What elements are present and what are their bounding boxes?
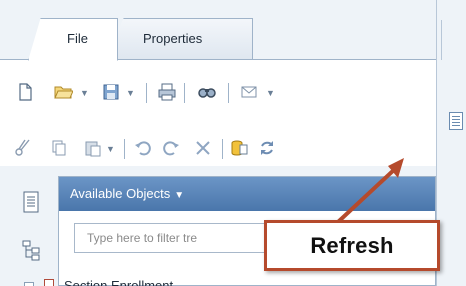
print-icon[interactable] xyxy=(156,80,178,104)
callout-arrow xyxy=(336,158,404,224)
save-dropdown-icon[interactable]: ▼ xyxy=(126,89,135,98)
toolbar-separator xyxy=(228,83,229,103)
mail-icon[interactable] xyxy=(238,80,260,104)
tab-file[interactable]: File xyxy=(28,18,118,61)
tab-strip: Properties File xyxy=(0,0,436,61)
undo-icon[interactable] xyxy=(132,136,154,160)
tree-item-label[interactable]: Section Enrollment xyxy=(64,278,173,286)
toolbar-separator xyxy=(184,83,185,103)
open-dropdown-icon[interactable]: ▼ xyxy=(80,89,89,98)
find-icon[interactable] xyxy=(196,80,218,104)
document-view-icon[interactable] xyxy=(20,190,42,214)
report-section-icon xyxy=(44,279,54,286)
tree-expand-checkbox[interactable] xyxy=(24,282,34,286)
save-icon[interactable] xyxy=(100,80,122,104)
toolbar-separator xyxy=(124,139,125,159)
redo-icon[interactable] xyxy=(160,136,182,160)
structure-view-icon[interactable] xyxy=(20,238,42,262)
copy-icon[interactable] xyxy=(48,136,70,160)
mail-dropdown-icon[interactable]: ▼ xyxy=(266,89,275,98)
chevron-down-icon: ▼ xyxy=(174,190,185,201)
app-window: Properties File ▼ ▼ ▼ ▼ Available Object… xyxy=(0,0,466,286)
toolbar-separator xyxy=(146,83,147,103)
new-document-icon[interactable] xyxy=(14,80,36,104)
paste-dropdown-icon[interactable]: ▼ xyxy=(106,145,115,154)
paste-icon[interactable] xyxy=(82,136,104,160)
refresh-callout: Refresh xyxy=(264,220,440,271)
right-panel-tab-edge xyxy=(441,20,466,60)
open-folder-icon[interactable] xyxy=(52,80,74,104)
delete-icon[interactable] xyxy=(192,136,214,160)
query-icon[interactable] xyxy=(228,136,250,160)
tab-properties-label: Properties xyxy=(143,31,203,46)
refresh-icon[interactable] xyxy=(256,136,278,160)
tab-properties[interactable]: Properties xyxy=(106,18,253,59)
callout-label: Refresh xyxy=(310,232,394,258)
toolbar-separator xyxy=(222,139,223,159)
tab-file-label: File xyxy=(67,31,88,46)
cut-icon[interactable] xyxy=(12,136,34,160)
right-panel-icon[interactable] xyxy=(449,112,463,130)
available-objects-title: Available Objects xyxy=(70,186,171,201)
